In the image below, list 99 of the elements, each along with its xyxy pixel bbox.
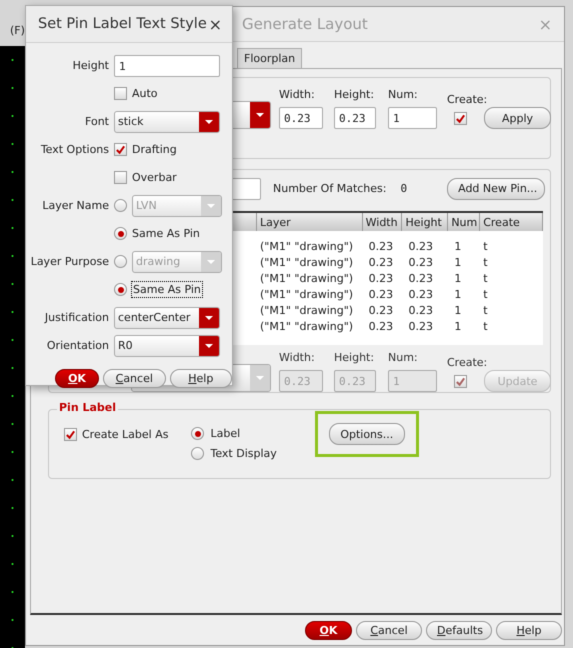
button[interactable]: Help [496, 620, 562, 640]
field-label: Justification [43, 311, 109, 324]
radio-button[interactable] [191, 447, 204, 460]
field-label: Text Options [40, 143, 109, 156]
column-header[interactable]: Create [480, 213, 543, 232]
table-cell-text: 0.23 [407, 272, 434, 285]
table-cell-text: 0.23 [407, 304, 434, 317]
radio-label: Text Display [210, 447, 277, 460]
radio-button[interactable] [114, 227, 127, 240]
window-title: Set Pin Label Text Style [38, 16, 207, 32]
checkbox-label: Overbar [132, 171, 177, 184]
column-header[interactable]: Num [448, 213, 480, 232]
button[interactable]: Apply [484, 107, 551, 129]
input-field[interactable]: 0.23 [279, 107, 323, 129]
dropdown[interactable]: centerCenter [114, 306, 220, 328]
table-cell-text: 1 [453, 288, 462, 301]
table-cell-text: t [482, 240, 489, 253]
caret-icon [255, 112, 265, 118]
field-label: Create: [447, 356, 488, 369]
matches-label: Number Of Matches: [273, 182, 386, 196]
caret-icon [204, 342, 214, 348]
table-cell-text: 0.23 [407, 288, 434, 301]
table-cell-text: 0.23 [407, 240, 434, 253]
caret-icon [255, 375, 265, 381]
field-label: Height: [334, 351, 376, 364]
radio-button[interactable] [191, 427, 204, 440]
dropdown[interactable]: R0 [114, 334, 220, 356]
table-cell-text: ("M1" "drawing") [259, 288, 354, 301]
field-label: Num: [388, 351, 419, 364]
caret-icon [206, 258, 216, 264]
table-cell-text: 1 [453, 240, 462, 253]
table-cell-text: t [482, 272, 489, 285]
field-label: Height: [334, 88, 376, 101]
button[interactable]: Help [170, 369, 232, 388]
table-cell-text: 0.23 [407, 256, 434, 269]
field-label: Orientation [46, 339, 109, 352]
tab[interactable]: Floorplan [237, 48, 302, 68]
input-field[interactable]: 1 [114, 54, 220, 76]
radio-label: Same As Pin [132, 227, 200, 240]
caret-icon [204, 118, 214, 124]
table-cell-text: 0.23 [368, 256, 394, 269]
checkbox-label: Auto [132, 87, 158, 100]
checkbox[interactable] [114, 143, 127, 156]
toolbar-label: (F) [10, 24, 25, 37]
field-label: Create: [447, 93, 488, 106]
table-cell-text: ("M1" "drawing") [259, 256, 354, 269]
table-cell-text: 1 [453, 320, 462, 333]
column-header[interactable]: Height [402, 213, 448, 232]
button[interactable]: Defaults [426, 620, 492, 640]
field-label: Height [72, 59, 109, 72]
field-label: Width: [279, 351, 316, 364]
table-cell-text: ("M1" "drawing") [259, 272, 354, 285]
radio-button[interactable] [114, 283, 127, 296]
button[interactable]: Options... [328, 423, 405, 445]
table-cell-text: 1 [453, 272, 462, 285]
checkbox[interactable] [114, 171, 127, 184]
matches-count: 0 [400, 182, 408, 196]
column-header[interactable]: Layer [257, 213, 363, 232]
radio-label: Label [210, 427, 240, 440]
table-cell-text: ("M1" "drawing") [259, 240, 354, 253]
table-cell-text: 0.23 [368, 320, 394, 333]
button[interactable]: OK [305, 620, 352, 640]
table-cell-text: 0.23 [368, 304, 394, 317]
group-title: Pin Label [57, 401, 118, 414]
checkbox-label: Drafting [132, 143, 177, 156]
table-cell-text: ("M1" "drawing") [259, 304, 354, 317]
dropdown[interactable]: stick [114, 110, 220, 132]
button[interactable]: Cancel [103, 369, 166, 388]
checkbox[interactable] [114, 87, 127, 100]
field-label: Font [84, 115, 109, 128]
caret-icon [206, 202, 216, 208]
radio-label: Same As Pin [132, 282, 202, 297]
caret-icon [204, 314, 214, 320]
table-cell-text: 0.23 [407, 320, 434, 333]
field-label: Layer Purpose [30, 255, 109, 268]
table-cell-text: t [482, 304, 489, 317]
close-button[interactable]: × [208, 14, 222, 34]
button[interactable]: Cancel [356, 620, 422, 640]
field-label: Num: [388, 88, 419, 101]
field-label: Layer Name [41, 199, 109, 212]
input-field[interactable]: 0.23 [334, 107, 376, 129]
table-cell-text: 1 [453, 256, 462, 269]
table-cell-text: 0.23 [368, 288, 394, 301]
checkbox[interactable] [64, 428, 77, 441]
column-header[interactable]: Width [362, 213, 402, 232]
table-cell-text: t [482, 320, 489, 333]
checkbox[interactable] [454, 112, 467, 125]
button[interactable]: OK [55, 369, 100, 388]
table-cell-text: 0.23 [368, 240, 394, 253]
table-cell-text: 0.23 [368, 272, 394, 285]
button[interactable]: Add New Pin... [447, 178, 546, 200]
table-cell-text: ("M1" "drawing") [259, 320, 354, 333]
field-label: Width: [279, 88, 316, 101]
table-cell-text: 1 [453, 304, 462, 317]
window-title: Generate Layout [242, 15, 368, 33]
table-cell-text: t [482, 288, 489, 301]
input-field[interactable]: 1 [388, 107, 437, 129]
table-cell-text: t [482, 256, 489, 269]
checkbox-label: Create Label As [82, 428, 168, 441]
